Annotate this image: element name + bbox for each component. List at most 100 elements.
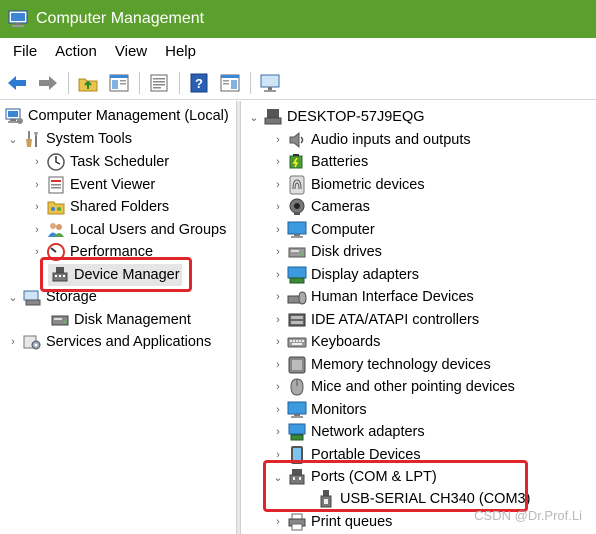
- tree-node-label: Batteries: [311, 154, 369, 170]
- tree-node-label: System Tools: [46, 131, 132, 147]
- tree-node-computer-management[interactable]: Computer Management (Local): [2, 105, 231, 127]
- tree-node-label: Audio inputs and outputs: [311, 132, 471, 148]
- computer-icon: [263, 107, 283, 127]
- tree-node-event-viewer[interactable]: › Event Viewer: [30, 174, 157, 196]
- tree-node-disk-management[interactable]: Disk Management: [48, 309, 193, 331]
- chevron-right-icon[interactable]: ›: [271, 174, 285, 196]
- chevron-right-icon[interactable]: ›: [30, 151, 44, 173]
- tree-node-system-tools[interactable]: ⌄ System Tools: [6, 128, 134, 150]
- chevron-right-icon[interactable]: ›: [271, 196, 285, 218]
- menu-bar: File Action View Help: [0, 38, 596, 66]
- device-tree-root[interactable]: ⌄ DESKTOP-57J9EQG: [247, 106, 427, 128]
- keyboard-icon: [287, 332, 307, 352]
- chevron-right-icon[interactable]: ›: [6, 331, 20, 353]
- chevron-right-icon[interactable]: ›: [271, 309, 285, 331]
- menu-action[interactable]: Action: [46, 38, 106, 66]
- svg-text:?: ?: [195, 76, 203, 91]
- mouse-icon: [287, 377, 307, 397]
- tree-node-label: Local Users and Groups: [70, 222, 227, 238]
- tree-node-label: Computer: [311, 222, 375, 238]
- tree-node-local-users-and-groups[interactable]: › Local Users and Groups: [30, 219, 228, 241]
- tree-node-task-scheduler[interactable]: › Task Scheduler: [30, 151, 171, 173]
- monitor-icon: [287, 220, 307, 240]
- properties-icon[interactable]: [146, 70, 172, 96]
- device-category-disk-drives[interactable]: › Disk drives: [271, 241, 384, 263]
- chevron-down-icon[interactable]: ⌄: [6, 286, 20, 308]
- tree-node-label: Network adapters: [311, 424, 425, 440]
- chevron-right-icon[interactable]: ›: [30, 219, 44, 241]
- device-manager-highlight-box: [40, 257, 192, 292]
- computer-management-icon: [8, 10, 28, 28]
- speaker-icon: [287, 130, 307, 150]
- device-category-monitors[interactable]: › Monitors: [271, 399, 369, 421]
- tree-node-label: Memory technology devices: [311, 357, 491, 373]
- device-tree-pane[interactable]: ⌄ DESKTOP-57J9EQG › Audio inputs and out…: [241, 101, 596, 534]
- event-viewer-icon: [46, 175, 66, 195]
- device-category-hid[interactable]: › Human Interface Devices: [271, 286, 476, 308]
- tree-node-label: Disk drives: [311, 244, 382, 260]
- tree-node-label: IDE ATA/ATAPI controllers: [311, 312, 480, 328]
- tree-node-label: Disk Management: [74, 312, 191, 328]
- device-category-display-adapters[interactable]: › Display adapters: [271, 264, 421, 286]
- device-category-computer[interactable]: › Computer: [271, 219, 377, 241]
- chevron-right-icon[interactable]: ›: [271, 264, 285, 286]
- chevron-down-icon[interactable]: ⌄: [6, 128, 20, 150]
- chevron-right-icon[interactable]: ›: [271, 331, 285, 353]
- system-tools-icon: [22, 129, 42, 149]
- device-category-memory-technology[interactable]: › Memory technology devices: [271, 354, 493, 376]
- disk-management-icon: [50, 310, 70, 330]
- tree-node-services-and-applications[interactable]: › Services and Applications: [6, 331, 213, 353]
- device-category-cameras[interactable]: › Cameras: [271, 196, 372, 218]
- ide-controller-icon: [287, 310, 307, 330]
- chevron-right-icon[interactable]: ›: [271, 241, 285, 263]
- device-category-print-queues[interactable]: › Print queues: [271, 511, 394, 533]
- toolbar: ?: [0, 66, 596, 100]
- menu-view[interactable]: View: [106, 38, 156, 66]
- device-category-batteries[interactable]: › Batteries: [271, 151, 370, 173]
- device-category-ide-controllers[interactable]: › IDE ATA/ATAPI controllers: [271, 309, 481, 331]
- chevron-right-icon[interactable]: ›: [271, 399, 285, 421]
- computer-management-icon: [4, 106, 24, 126]
- tree-node-label: Display adapters: [311, 267, 419, 283]
- tree-node-label: Event Viewer: [70, 177, 156, 193]
- chevron-right-icon[interactable]: ›: [271, 219, 285, 241]
- chevron-right-icon[interactable]: ›: [271, 286, 285, 308]
- menu-file[interactable]: File: [4, 38, 46, 66]
- device-category-audio[interactable]: › Audio inputs and outputs: [271, 129, 473, 151]
- chevron-right-icon[interactable]: ›: [271, 354, 285, 376]
- chevron-down-icon[interactable]: ⌄: [247, 106, 261, 128]
- chevron-right-icon[interactable]: ›: [271, 151, 285, 173]
- tree-node-label: Computer Management (Local): [28, 108, 229, 124]
- watermark: CSDN @Dr.Prof.Li: [474, 508, 582, 523]
- monitor-icon[interactable]: [257, 70, 283, 96]
- tree-node-label: DESKTOP-57J9EQG: [287, 109, 425, 125]
- chevron-right-icon[interactable]: ›: [271, 129, 285, 151]
- chevron-right-icon[interactable]: ›: [271, 421, 285, 443]
- memory-icon: [287, 355, 307, 375]
- back-arrow-icon[interactable]: [4, 70, 30, 96]
- chevron-right-icon[interactable]: ›: [30, 196, 44, 218]
- navigation-tree-pane[interactable]: Computer Management (Local) ⌄ System Too…: [0, 101, 236, 534]
- tree-node-label: Services and Applications: [46, 334, 212, 350]
- device-category-network-adapters[interactable]: › Network adapters: [271, 421, 427, 443]
- show-hide-action-pane-icon[interactable]: [217, 70, 243, 96]
- show-hide-tree-icon[interactable]: [106, 70, 132, 96]
- device-category-biometric[interactable]: › Biometric devices: [271, 174, 427, 196]
- fingerprint-icon: [287, 175, 307, 195]
- up-folder-icon[interactable]: [75, 70, 101, 96]
- device-category-mice[interactable]: › Mice and other pointing devices: [271, 376, 517, 398]
- display-adapter-icon: [287, 265, 307, 285]
- chevron-right-icon[interactable]: ›: [271, 376, 285, 398]
- menu-help[interactable]: Help: [156, 38, 205, 66]
- tree-node-shared-folders[interactable]: › Shared Folders: [30, 196, 171, 218]
- users-icon: [46, 220, 66, 240]
- device-category-keyboards[interactable]: › Keyboards: [271, 331, 382, 353]
- chevron-right-icon[interactable]: ›: [30, 174, 44, 196]
- chevron-right-icon[interactable]: ›: [271, 511, 285, 533]
- tree-node-label: Task Scheduler: [70, 154, 170, 170]
- forward-arrow-icon[interactable]: [35, 70, 61, 96]
- tree-node-label: Monitors: [311, 402, 367, 418]
- battery-icon: [287, 152, 307, 172]
- help-icon[interactable]: ?: [186, 70, 212, 96]
- title-bar: Computer Management: [0, 0, 596, 38]
